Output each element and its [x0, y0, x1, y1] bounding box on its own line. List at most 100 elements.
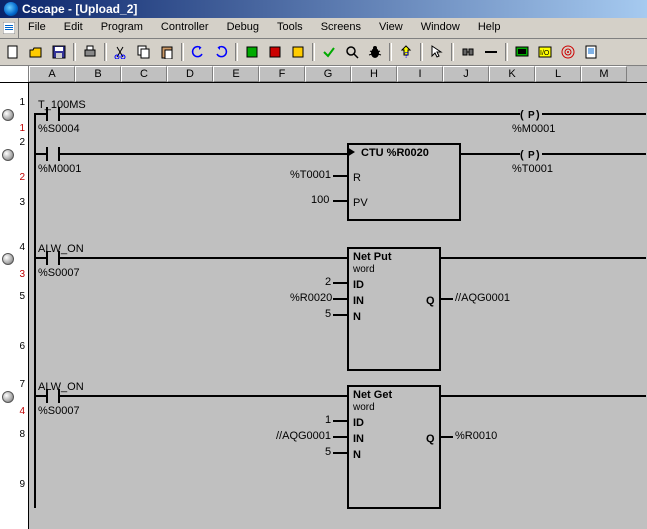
contact-label: ALW_ON	[38, 381, 84, 393]
redo-button[interactable]	[210, 41, 232, 63]
wire	[333, 436, 347, 438]
contact-addr: %S0007	[38, 405, 80, 417]
menu-window[interactable]: Window	[412, 18, 469, 38]
menu-view[interactable]: View	[370, 18, 412, 38]
row-num: 7	[0, 379, 25, 390]
stop-button[interactable]	[264, 41, 286, 63]
contact-no[interactable]	[46, 390, 60, 402]
row-num: 6	[0, 341, 25, 352]
block-title: Net Put	[353, 251, 392, 263]
wire	[542, 113, 646, 115]
menu-file[interactable]: File	[19, 18, 55, 38]
gutter-corner	[0, 66, 29, 82]
rung-num: 1	[0, 123, 25, 134]
check-button[interactable]	[318, 41, 340, 63]
connection-button[interactable]	[457, 41, 479, 63]
rung-num: 4	[0, 406, 25, 417]
col-b[interactable]: B	[75, 66, 121, 82]
contact-addr: %S0004	[38, 123, 80, 135]
col-a[interactable]: A	[29, 66, 75, 82]
clock-input-icon	[347, 147, 355, 157]
sheet-button[interactable]	[580, 41, 602, 63]
menu-controller[interactable]: Controller	[152, 18, 218, 38]
param-value: 1	[325, 414, 331, 426]
toolbar-sep	[505, 43, 508, 61]
col-k[interactable]: K	[489, 66, 535, 82]
svg-text:P: P	[528, 150, 535, 161]
col-g[interactable]: G	[305, 66, 351, 82]
col-m[interactable]: M	[581, 66, 627, 82]
new-button[interactable]	[2, 41, 24, 63]
col-d[interactable]: D	[167, 66, 213, 82]
idle-button[interactable]	[287, 41, 309, 63]
toolbar: ? I/O	[0, 39, 647, 66]
screen-button[interactable]	[511, 41, 533, 63]
param-label: ID	[353, 417, 364, 429]
col-j[interactable]: J	[443, 66, 489, 82]
param-value: %R0020	[290, 292, 332, 304]
col-i[interactable]: I	[397, 66, 443, 82]
find-button[interactable]	[341, 41, 363, 63]
ladder-canvas[interactable]: T_100MS %S0004 (P) %M0001 %M0001 CTU %R0…	[28, 83, 647, 529]
block-subtitle: word	[353, 402, 375, 413]
run-button[interactable]	[241, 41, 263, 63]
contact-no[interactable]	[46, 148, 60, 160]
rung-num: 3	[0, 269, 25, 280]
param-label: ID	[353, 279, 364, 291]
copy-button[interactable]	[133, 41, 155, 63]
wire	[60, 395, 347, 397]
menu-program[interactable]: Program	[92, 18, 152, 38]
contact-no[interactable]	[46, 252, 60, 264]
help-button[interactable]: ?	[395, 41, 417, 63]
row-num: 5	[0, 291, 25, 302]
netput-block[interactable]: Net Put word ID IN N Q	[347, 247, 441, 371]
row-num: 8	[0, 429, 25, 440]
wire	[333, 200, 347, 202]
toolbar-sep	[181, 43, 184, 61]
contact-no[interactable]	[46, 108, 60, 120]
menu-help[interactable]: Help	[469, 18, 510, 38]
wire	[333, 452, 347, 454]
col-l[interactable]: L	[535, 66, 581, 82]
col-c[interactable]: C	[121, 66, 167, 82]
col-f[interactable]: F	[259, 66, 305, 82]
io-button[interactable]: I/O	[534, 41, 556, 63]
param-label: IN	[353, 433, 364, 445]
wire	[439, 298, 453, 300]
mdi-control-icon[interactable]	[0, 18, 19, 38]
save-button[interactable]	[48, 41, 70, 63]
param-label: Q	[426, 295, 435, 307]
param-value: 5	[325, 308, 331, 320]
undo-button[interactable]	[187, 41, 209, 63]
param-label: N	[353, 311, 361, 323]
coil-pulse[interactable]: (P)	[520, 147, 542, 161]
menu-bar: File Edit Program Controller Debug Tools…	[0, 18, 647, 39]
menu-tools[interactable]: Tools	[268, 18, 312, 38]
cut-button[interactable]	[110, 41, 132, 63]
target-button[interactable]	[557, 41, 579, 63]
param-value: //AQG0001	[455, 292, 510, 304]
svg-text:P: P	[528, 110, 535, 121]
netget-block[interactable]: Net Get word ID IN N Q	[347, 385, 441, 509]
wire	[60, 153, 347, 155]
open-button[interactable]	[25, 41, 47, 63]
menu-screens[interactable]: Screens	[312, 18, 370, 38]
paste-button[interactable]	[156, 41, 178, 63]
wire	[60, 113, 520, 115]
menu-edit[interactable]: Edit	[55, 18, 92, 38]
bug-button[interactable]	[364, 41, 386, 63]
wire	[333, 298, 347, 300]
wire	[439, 395, 646, 397]
ladder-editor[interactable]: 1 1 2 2 3 4 3 5 6 7 4 8 9 T_100MS %S0004…	[0, 83, 647, 529]
ctu-block[interactable]: CTU %R0020 R PV	[347, 143, 461, 221]
toolbar-sep	[235, 43, 238, 61]
menu-debug[interactable]: Debug	[218, 18, 268, 38]
coil-pulse[interactable]: (P)	[520, 107, 542, 121]
print-button[interactable]	[79, 41, 101, 63]
row-num: 4	[0, 242, 25, 253]
wire-button[interactable]	[480, 41, 502, 63]
arrow-tool-button[interactable]	[426, 41, 448, 63]
row-num: 1	[0, 97, 25, 108]
col-e[interactable]: E	[213, 66, 259, 82]
col-h[interactable]: H	[351, 66, 397, 82]
